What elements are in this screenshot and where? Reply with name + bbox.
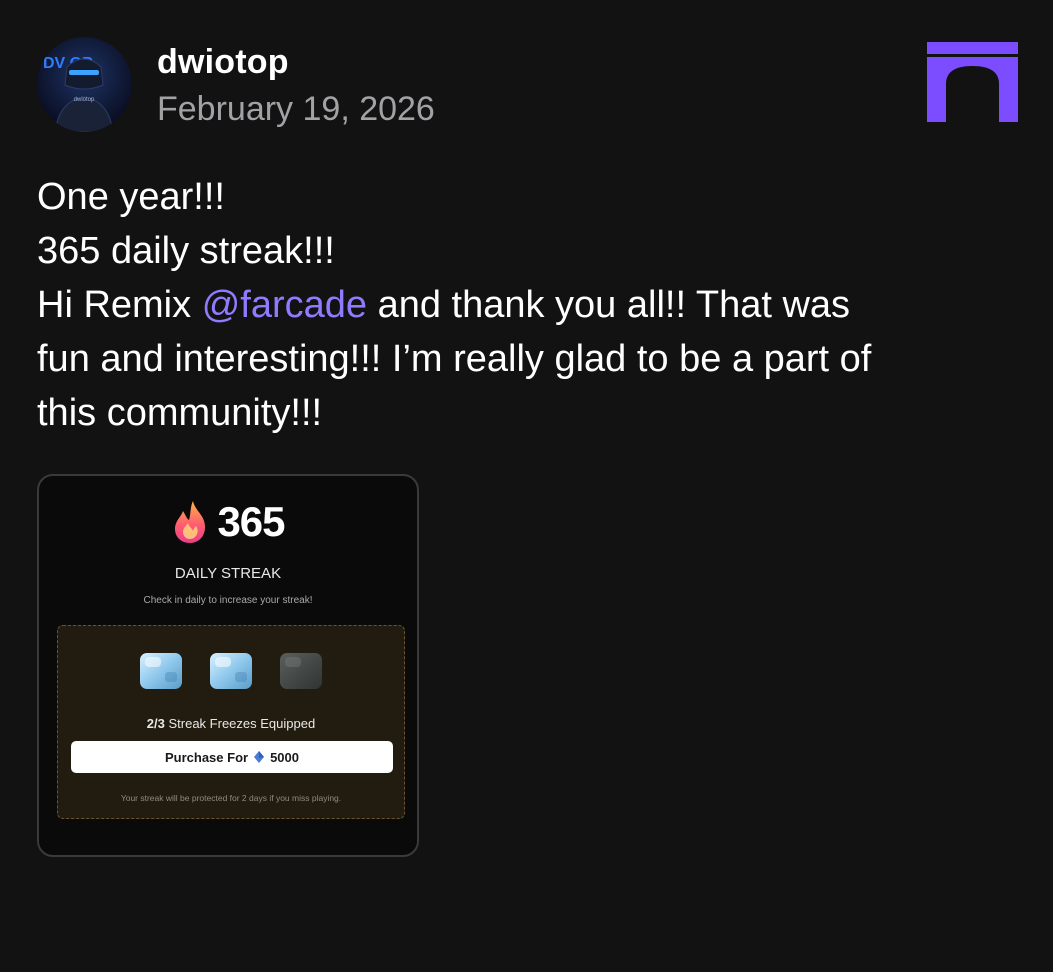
post-image-attachment[interactable]: 365 DAILY STREAK Check in daily to incre… [37,474,419,857]
author-username[interactable]: dwiotop [157,40,289,84]
freezes-equipped-label: 2/3 Streak Freezes Equipped [58,716,404,731]
avatar[interactable]: DV OP dwiotop [37,37,132,132]
post-line-4: fun and interesting!!! I’m really glad t… [37,338,872,380]
post-line-3: Hi Remix @farcade and thank you all!! Th… [37,278,1027,332]
purchase-price: 5000 [270,749,299,765]
post-body: One year!!! 365 daily streak!!! Hi Remix… [37,170,1027,440]
mention-link[interactable]: @farcade [202,284,367,326]
protection-note: Your streak will be protected for 2 days… [120,793,342,803]
streak-header: 365 [39,498,417,546]
post-line-1: One year!!! [37,176,225,218]
ice-cube-icon [137,650,185,692]
freezes-equipped-count: 2/3 [146,716,165,731]
diamond-icon [254,751,265,763]
post-line-2: 365 daily streak!!! [37,230,335,272]
post-line-5: this community!!! [37,392,323,434]
streak-subtitle: Check in daily to increase your streak! [143,595,313,606]
purchase-freeze-button[interactable]: Purchase For 5000 [71,741,393,773]
freeze-cubes [58,650,404,692]
ice-cube-icon [207,650,255,692]
avatar-badge: dwiotop [74,97,95,103]
flame-icon [175,501,206,543]
streak-title: DAILY STREAK [174,565,282,582]
streak-freeze-panel: 2/3 Streak Freezes Equipped Purchase For… [57,625,405,819]
purchase-label: Purchase For [164,749,249,765]
avatar-image: DV OP dwiotop [43,55,114,132]
post-line-3-end: and thank you all!! That was [367,284,851,326]
empty-ice-cube-icon [277,650,325,692]
arch-logo-icon[interactable] [927,42,1018,122]
freezes-equipped-text: Streak Freezes Equipped [164,716,316,731]
post-line-3-start: Hi Remix [37,284,202,326]
post-date: February 19, 2026 [157,90,435,128]
streak-count: 365 [217,498,285,545]
